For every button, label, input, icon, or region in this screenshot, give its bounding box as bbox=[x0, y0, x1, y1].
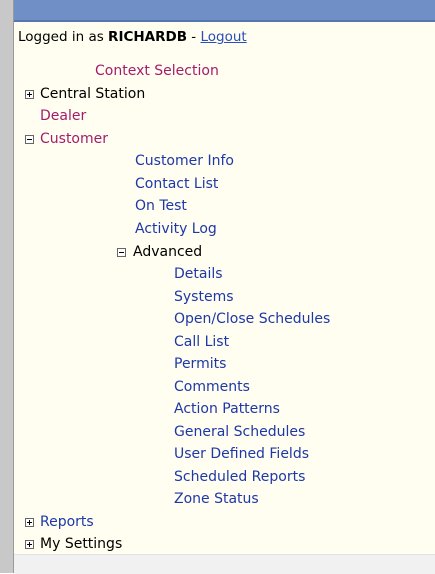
username: RICHARDB bbox=[108, 29, 188, 45]
nav-item-dealer[interactable]: Dealer bbox=[40, 108, 86, 125]
nav-item-action-patterns[interactable]: Action Patterns bbox=[174, 401, 280, 418]
login-status: Logged in as RICHARDB - Logout bbox=[18, 29, 247, 45]
header-bar bbox=[14, 0, 435, 22]
nav-item-customer-info[interactable]: Customer Info bbox=[135, 153, 234, 170]
nav-item-open-close-schedules[interactable]: Open/Close Schedules bbox=[174, 311, 330, 328]
nav-item-central-station[interactable]: Central Station bbox=[40, 86, 145, 103]
nav-item-call-list[interactable]: Call List bbox=[174, 334, 229, 351]
nav-item-systems[interactable]: Systems bbox=[174, 289, 234, 306]
left-border bbox=[0, 0, 14, 573]
login-separator: - bbox=[187, 29, 201, 45]
nav-item-details[interactable]: Details bbox=[174, 266, 223, 283]
nav-item-contact-list[interactable]: Contact List bbox=[135, 176, 218, 193]
nav-item-comments[interactable]: Comments bbox=[174, 379, 250, 396]
nav-item-customer[interactable]: Customer bbox=[40, 131, 108, 148]
plus-box-icon[interactable] bbox=[25, 90, 34, 99]
nav-item-my-settings[interactable]: My Settings bbox=[40, 536, 122, 553]
nav-item-reports[interactable]: Reports bbox=[40, 514, 94, 531]
minus-box-icon[interactable] bbox=[25, 135, 34, 144]
plus-box-icon[interactable] bbox=[25, 518, 34, 527]
nav-item-advanced[interactable]: Advanced bbox=[133, 244, 202, 261]
login-prefix: Logged in as bbox=[18, 29, 109, 45]
logout-link[interactable]: Logout bbox=[200, 29, 246, 45]
minus-box-icon[interactable] bbox=[117, 248, 126, 257]
nav-item-scheduled-reports[interactable]: Scheduled Reports bbox=[174, 469, 305, 486]
nav-item-on-test[interactable]: On Test bbox=[135, 198, 187, 215]
app-frame: Logged in as RICHARDB - Logout Context S… bbox=[0, 0, 435, 574]
nav-item-general-schedules[interactable]: General Schedules bbox=[174, 424, 305, 441]
nav-item-zone-status[interactable]: Zone Status bbox=[174, 491, 259, 508]
nav-item-context-selection[interactable]: Context Selection bbox=[95, 63, 219, 80]
nav-item-permits[interactable]: Permits bbox=[174, 356, 226, 373]
bottom-bar bbox=[14, 554, 435, 574]
nav-item-activity-log[interactable]: Activity Log bbox=[135, 221, 217, 238]
plus-box-icon[interactable] bbox=[25, 540, 34, 549]
nav-item-user-defined-fields[interactable]: User Defined Fields bbox=[174, 446, 309, 463]
